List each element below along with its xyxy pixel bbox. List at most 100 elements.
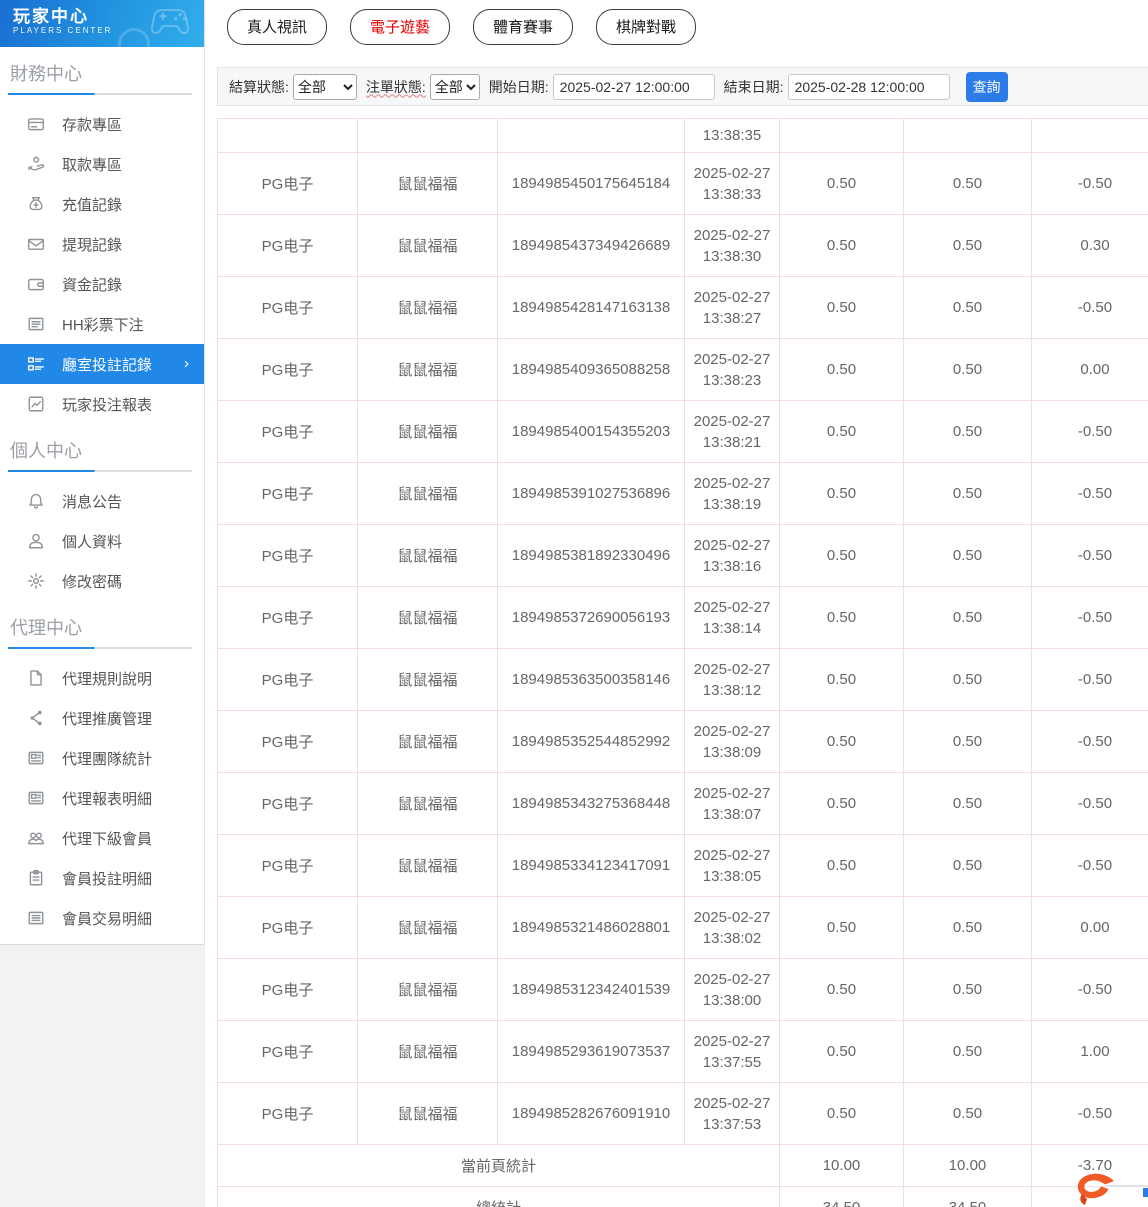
cell-order-id: 1894985312342401539 bbox=[498, 959, 685, 1021]
cell-provider: PG电子 bbox=[218, 1083, 358, 1145]
table-row: PG电子鼠鼠福福18949853525448529922025-02-2713:… bbox=[218, 711, 1148, 773]
cell-game: 鼠鼠福福 bbox=[358, 525, 498, 587]
order-status-select[interactable]: 全部 bbox=[430, 74, 480, 100]
cell-payout: 0.00 bbox=[1032, 339, 1148, 401]
cell-game: 鼠鼠福福 bbox=[358, 339, 498, 401]
sidebar-item-2-6[interactable]: 會員交易明細 bbox=[0, 898, 204, 938]
cell-time: 2025-02-2713:38:19 bbox=[685, 463, 780, 525]
settle-status-select[interactable]: 全部 bbox=[293, 74, 357, 100]
sidebar-item-1-0[interactable]: 消息公告 bbox=[0, 481, 204, 521]
cell-game: 鼠鼠福福 bbox=[358, 463, 498, 525]
sidebar-item-0-4[interactable]: 資金記錄 bbox=[0, 264, 204, 304]
cell-order-id: 1894985352544852992 bbox=[498, 711, 685, 773]
cell-game: 鼠鼠福福 bbox=[358, 773, 498, 835]
cell-valid-bet: 0.50 bbox=[904, 773, 1032, 835]
sidebar-item-2-1[interactable]: 代理推廣管理 bbox=[0, 698, 204, 738]
total-summary-valid: 34.50 bbox=[904, 1187, 1032, 1207]
cell-provider: PG电子 bbox=[218, 773, 358, 835]
cell-bet: 0.50 bbox=[780, 959, 904, 1021]
cell-time: 13:38:35 bbox=[685, 119, 780, 153]
sidebar-item-2-5[interactable]: 會員投註明細 bbox=[0, 858, 204, 898]
bet-time: 13:38:33 bbox=[685, 184, 779, 205]
cell-order-id: 1894985428147163138 bbox=[498, 277, 685, 339]
tab-2[interactable]: 體育賽事 bbox=[473, 9, 573, 45]
cell-payout: -0.50 bbox=[1032, 401, 1148, 463]
sidebar-item-0-6[interactable]: 廳室投註記錄› bbox=[0, 344, 204, 384]
sidebar-item-0-1[interactable]: 取款專區 bbox=[0, 144, 204, 184]
bet-time: 13:38:02 bbox=[685, 928, 779, 949]
end-date-input[interactable] bbox=[788, 74, 950, 100]
total-summary-label: 總統計 bbox=[218, 1187, 780, 1207]
cell-provider: PG电子 bbox=[218, 215, 358, 277]
tab-1[interactable]: 電子遊藝 bbox=[350, 9, 450, 45]
sidebar-item-0-2[interactable]: 充值記錄 bbox=[0, 184, 204, 224]
cell-time: 2025-02-2713:38:30 bbox=[685, 215, 780, 277]
widget-blue-tab[interactable] bbox=[1143, 1188, 1148, 1197]
sidebar-item-2-2[interactable]: 代理團隊統計 bbox=[0, 738, 204, 778]
sidebar-item-0-5[interactable]: HH彩票下注 bbox=[0, 304, 204, 344]
sidebar-item-label: 會員交易明細 bbox=[62, 908, 152, 929]
cell-time: 2025-02-2713:38:14 bbox=[685, 587, 780, 649]
sidebar-item-2-4[interactable]: 代理下級會員 bbox=[0, 818, 204, 858]
cell-provider: PG电子 bbox=[218, 649, 358, 711]
cell-bet: 0.50 bbox=[780, 649, 904, 711]
cell-order-id: 1894985343275368448 bbox=[498, 773, 685, 835]
cell-provider: PG电子 bbox=[218, 897, 358, 959]
gamepad-icon bbox=[150, 2, 196, 47]
cell-payout: -0.50 bbox=[1032, 773, 1148, 835]
envelope-money-icon bbox=[27, 235, 45, 253]
table-row: PG电子鼠鼠福福18949852936190735372025-02-2713:… bbox=[218, 1021, 1148, 1083]
bet-date: 2025-02-27 bbox=[685, 969, 779, 990]
cell-time: 2025-02-2713:38:21 bbox=[685, 401, 780, 463]
cell-game: 鼠鼠福福 bbox=[358, 153, 498, 215]
bet-date: 2025-02-27 bbox=[685, 721, 779, 742]
page-summary-label: 當前頁統計 bbox=[218, 1145, 780, 1187]
clipboard-icon bbox=[27, 869, 45, 887]
newspaper-icon bbox=[27, 789, 45, 807]
start-date-input[interactable] bbox=[553, 74, 715, 100]
bet-date: 2025-02-27 bbox=[685, 1031, 779, 1052]
service-swoosh-icon[interactable] bbox=[1072, 1172, 1122, 1207]
sidebar-item-label: 充值記錄 bbox=[62, 194, 122, 215]
table-row: PG电子鼠鼠福福18949854001543552032025-02-2713:… bbox=[218, 401, 1148, 463]
sidebar-item-label: 消息公告 bbox=[62, 491, 122, 512]
cell-bet: 0.50 bbox=[780, 463, 904, 525]
sidebar-item-1-2[interactable]: 修改密碼 bbox=[0, 561, 204, 601]
sidebar-item-2-3[interactable]: 代理報表明細 bbox=[0, 778, 204, 818]
cell-game: 鼠鼠福福 bbox=[358, 587, 498, 649]
cell-time: 2025-02-2713:38:33 bbox=[685, 153, 780, 215]
tab-3[interactable]: 棋牌對戰 bbox=[596, 9, 696, 45]
cell-valid-bet: 0.50 bbox=[904, 215, 1032, 277]
tab-0[interactable]: 真人視訊 bbox=[227, 9, 327, 45]
sidebar-item-0-0[interactable]: 存款專區 bbox=[0, 104, 204, 144]
cell-payout bbox=[1032, 119, 1148, 153]
bet-time: 13:38:19 bbox=[685, 494, 779, 515]
bet-date: 2025-02-27 bbox=[685, 473, 779, 494]
sidebar: 玩家中心 PLAYERS CENTER 財務中心存款專區取款專區充值記錄提現記錄… bbox=[0, 0, 205, 1207]
end-date-label: 結束日期: bbox=[724, 77, 784, 97]
cell-provider bbox=[218, 119, 358, 153]
table-row: PG电子鼠鼠福福18949853214860288012025-02-2713:… bbox=[218, 897, 1148, 959]
cell-provider: PG电子 bbox=[218, 401, 358, 463]
sidebar-item-1-1[interactable]: 個人資料 bbox=[0, 521, 204, 561]
sidebar-item-2-0[interactable]: 代理規則說明 bbox=[0, 658, 204, 698]
cell-game: 鼠鼠福福 bbox=[358, 835, 498, 897]
cell-payout: -0.50 bbox=[1032, 835, 1148, 897]
page-summary-bet: 10.00 bbox=[780, 1145, 904, 1187]
cell-order-id: 1894985321486028801 bbox=[498, 897, 685, 959]
cell-payout: 0.30 bbox=[1032, 215, 1148, 277]
cell-payout: -0.50 bbox=[1032, 153, 1148, 215]
newspaper-icon bbox=[27, 749, 45, 767]
search-button[interactable]: 查詢 bbox=[966, 72, 1008, 102]
sidebar-item-label: HH彩票下注 bbox=[62, 314, 144, 335]
sidebar-item-0-3[interactable]: 提現記錄 bbox=[0, 224, 204, 264]
cell-time: 2025-02-2713:38:23 bbox=[685, 339, 780, 401]
person-icon bbox=[27, 532, 45, 550]
cell-bet: 0.50 bbox=[780, 1083, 904, 1145]
cell-payout: 0.00 bbox=[1032, 897, 1148, 959]
cell-provider: PG电子 bbox=[218, 711, 358, 773]
cell-bet: 0.50 bbox=[780, 773, 904, 835]
sidebar-item-0-7[interactable]: 玩家投注報表 bbox=[0, 384, 204, 424]
bets-table-container: 13:38:35 PG电子鼠鼠福福18949854501756451842025… bbox=[217, 118, 1148, 1207]
cell-game: 鼠鼠福福 bbox=[358, 897, 498, 959]
